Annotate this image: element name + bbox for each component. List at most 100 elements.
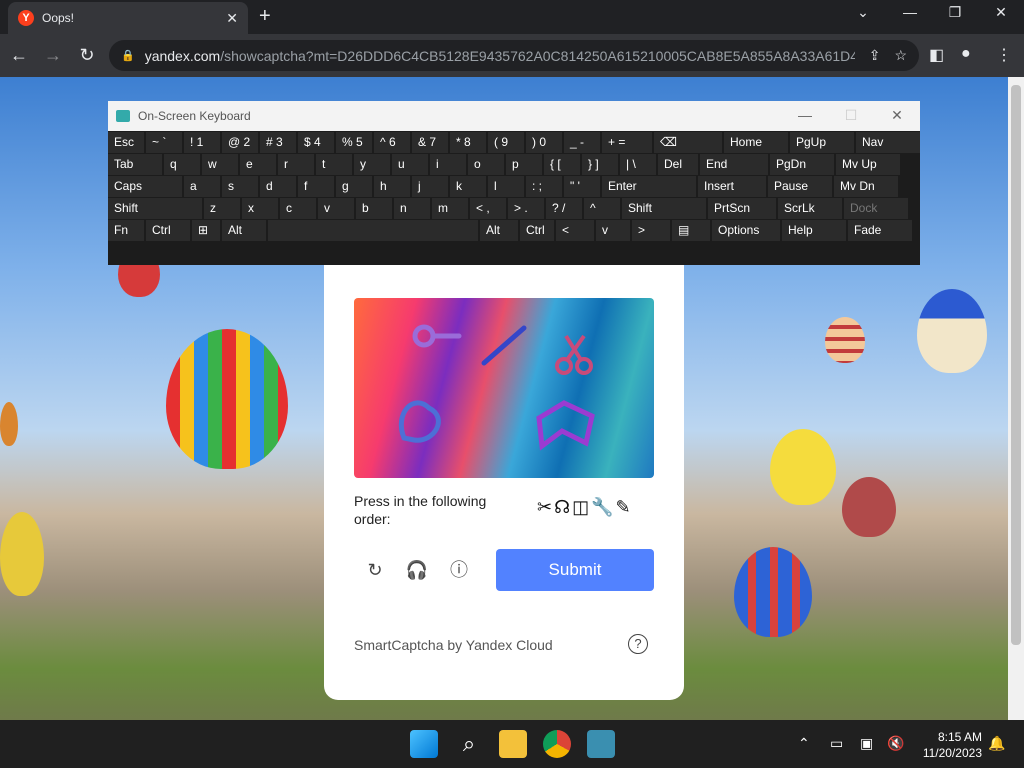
osk-key[interactable]: h <box>374 176 410 197</box>
osk-key[interactable]: y <box>354 154 390 175</box>
osk-key[interactable]: Shift <box>108 198 202 219</box>
osk-key[interactable]: Nav <box>856 132 920 153</box>
network-icon[interactable]: ▭ <box>830 735 843 752</box>
osk-key[interactable]: * 8 <box>450 132 486 153</box>
restore-icon[interactable]: ❐ <box>940 4 970 21</box>
osk-key[interactable]: l <box>488 176 524 197</box>
osk-key[interactable]: x <box>242 198 278 219</box>
refresh-icon[interactable]: ↻ <box>362 557 388 583</box>
help-icon[interactable]: ? <box>628 634 648 654</box>
osk-key[interactable]: Ctrl <box>520 220 554 241</box>
lock-icon[interactable]: 🔒 <box>121 49 135 62</box>
osk-key[interactable]: @ 2 <box>222 132 258 153</box>
osk-key[interactable]: ) 0 <box>526 132 562 153</box>
osk-key[interactable]: Dock <box>844 198 908 219</box>
osk-key[interactable] <box>268 220 478 241</box>
osk-key[interactable]: Home <box>724 132 788 153</box>
osk-key[interactable]: ▤ <box>672 220 710 241</box>
osk-key[interactable]: ^ 6 <box>374 132 410 153</box>
osk-key[interactable]: Fn <box>108 220 144 241</box>
osk-key[interactable]: > . <box>508 198 544 219</box>
volume-muted-icon[interactable]: 🔇 <box>887 735 904 752</box>
osk-key[interactable]: ScrLk <box>778 198 842 219</box>
osk-key[interactable]: # 3 <box>260 132 296 153</box>
osk-key[interactable]: t <box>316 154 352 175</box>
osk-key[interactable]: g <box>336 176 372 197</box>
osk-minimize-icon[interactable]: — <box>790 107 820 123</box>
osk-key[interactable]: PgDn <box>770 154 834 175</box>
scrollbar[interactable] <box>1008 77 1024 720</box>
osk-key[interactable]: Ctrl <box>146 220 190 241</box>
osk-maximize-icon[interactable]: ☐ <box>836 107 866 124</box>
on-screen-keyboard-app-icon[interactable] <box>587 730 615 758</box>
osk-key[interactable]: v <box>596 220 630 241</box>
menu-kebab-icon[interactable]: ⋮ <box>996 45 1012 65</box>
osk-key[interactable]: ⊞ <box>192 220 220 241</box>
osk-key[interactable]: o <box>468 154 504 175</box>
osk-key[interactable]: z <box>204 198 240 219</box>
osk-key[interactable]: + = <box>602 132 652 153</box>
osk-key[interactable]: k <box>450 176 486 197</box>
osk-key[interactable]: Shift <box>622 198 706 219</box>
osk-key[interactable]: ! 1 <box>184 132 220 153</box>
osk-key[interactable]: Alt <box>222 220 266 241</box>
browser-tab[interactable]: Y Oops! ✕ <box>8 2 248 34</box>
display-icon[interactable]: ▣ <box>860 735 873 752</box>
osk-key[interactable]: Mv Dn <box>834 176 898 197</box>
osk-key[interactable]: Caps <box>108 176 182 197</box>
osk-key[interactable]: Options <box>712 220 780 241</box>
scrollbar-thumb[interactable] <box>1011 85 1021 645</box>
info-icon[interactable]: ⓘ <box>446 557 472 583</box>
osk-key[interactable]: Fade <box>848 220 912 241</box>
osk-key[interactable]: Del <box>658 154 698 175</box>
osk-key[interactable]: ( 9 <box>488 132 524 153</box>
osk-key[interactable]: PgUp <box>790 132 854 153</box>
close-tab-icon[interactable]: ✕ <box>226 10 238 27</box>
osk-key[interactable]: f <box>298 176 334 197</box>
search-icon[interactable]: ⌕ <box>455 730 483 758</box>
osk-key[interactable]: r <box>278 154 314 175</box>
osk-key[interactable]: Pause <box>768 176 832 197</box>
osk-key[interactable]: } ] <box>582 154 618 175</box>
osk-key[interactable]: | \ <box>620 154 656 175</box>
osk-key[interactable]: Mv Up <box>836 154 900 175</box>
osk-key[interactable]: n <box>394 198 430 219</box>
osk-close-icon[interactable]: ✕ <box>882 107 912 124</box>
osk-key[interactable]: m <box>432 198 468 219</box>
osk-key[interactable]: Help <box>782 220 846 241</box>
osk-key[interactable]: ? / <box>546 198 582 219</box>
notification-bell-icon[interactable]: 🔔 <box>988 735 1005 752</box>
osk-key[interactable]: d <box>260 176 296 197</box>
profile-icon[interactable]: ● <box>961 45 971 63</box>
osk-key[interactable]: e <box>240 154 276 175</box>
osk-key[interactable]: Insert <box>698 176 766 197</box>
side-panel-icon[interactable]: ◧ <box>929 45 944 65</box>
share-icon[interactable]: ⇪ <box>869 47 881 64</box>
osk-key[interactable]: q <box>164 154 200 175</box>
osk-key[interactable]: b <box>356 198 392 219</box>
osk-key[interactable]: c <box>280 198 316 219</box>
submit-button[interactable]: Submit <box>496 549 654 591</box>
tab-search-chevron-icon[interactable]: ⌄ <box>848 4 878 21</box>
back-arrow-icon[interactable]: ← <box>4 45 34 66</box>
osk-key[interactable]: ⌫ <box>654 132 722 153</box>
close-window-icon[interactable]: ✕ <box>986 4 1016 21</box>
forward-arrow-icon[interactable]: → <box>38 45 68 66</box>
osk-key[interactable]: < <box>556 220 594 241</box>
osk-key[interactable]: Tab <box>108 154 162 175</box>
tray-chevron-icon[interactable]: ⌃ <box>798 735 810 752</box>
reload-icon[interactable]: ↻ <box>72 45 102 66</box>
osk-key[interactable]: End <box>700 154 768 175</box>
osk-key[interactable]: s <box>222 176 258 197</box>
osk-key[interactable]: p <box>506 154 542 175</box>
system-clock[interactable]: 8:15 AM 11/20/2023 <box>910 729 982 761</box>
osk-key[interactable]: Esc <box>108 132 144 153</box>
osk-key[interactable]: i <box>430 154 466 175</box>
osk-key[interactable]: j <box>412 176 448 197</box>
osk-key[interactable]: _ - <box>564 132 600 153</box>
chrome-icon[interactable] <box>543 730 571 758</box>
osk-key[interactable]: < , <box>470 198 506 219</box>
osk-key[interactable]: PrtScn <box>708 198 776 219</box>
minimize-icon[interactable]: — <box>895 4 925 20</box>
osk-key[interactable]: & 7 <box>412 132 448 153</box>
